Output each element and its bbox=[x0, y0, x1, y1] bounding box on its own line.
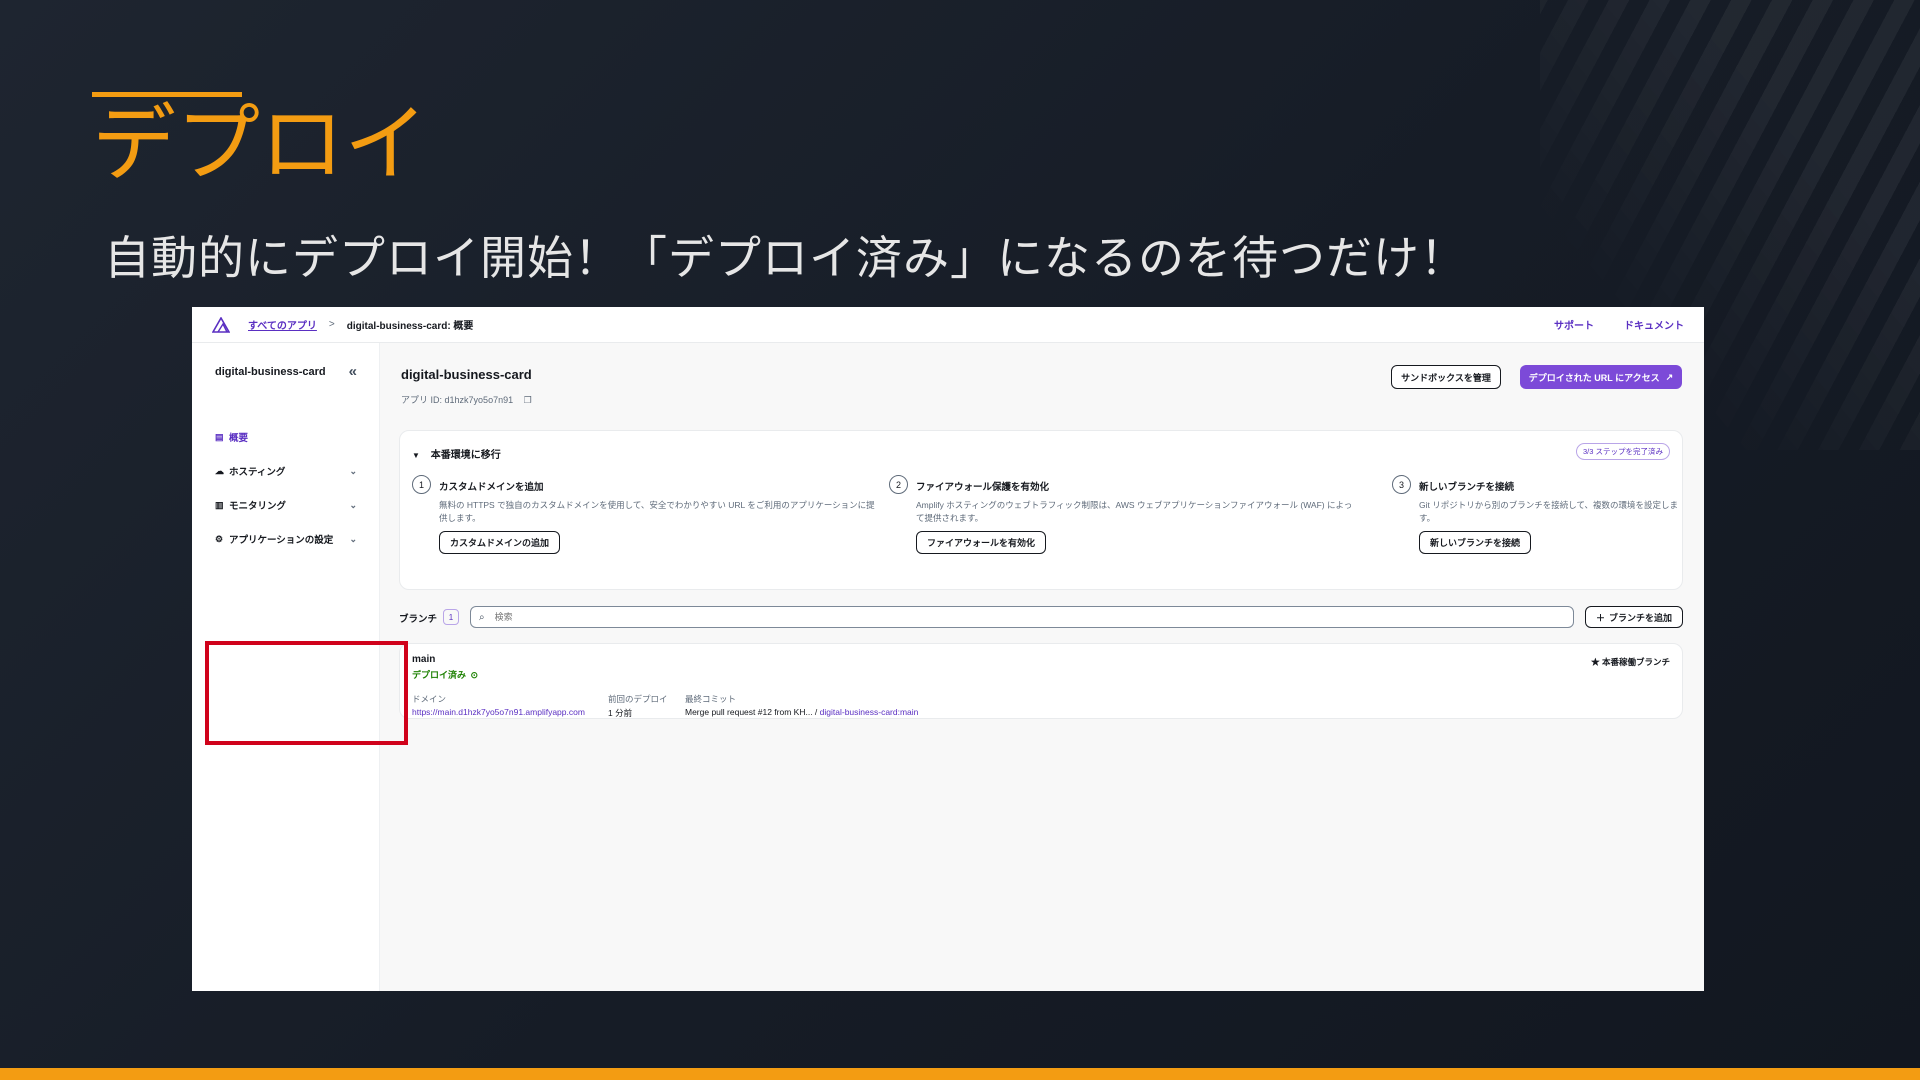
search-icon: ⌕ bbox=[479, 611, 485, 623]
last-commit-message: Merge pull request #12 from KH... bbox=[685, 707, 813, 717]
main-content: digital-business-card アプリ ID: d1hzk7yo5o… bbox=[380, 343, 1704, 991]
chevron-down-icon: ⌄ bbox=[349, 499, 357, 510]
sidebar-nav: ▤ 概要 ☁ ホスティング ⌄ ▥ モニタリング ⌄ ⚙ アプリケーションの設定… bbox=[192, 420, 379, 556]
external-link-icon: ↗ bbox=[1665, 371, 1674, 382]
domain-label: ドメイン bbox=[412, 694, 447, 704]
breadcrumb-current: digital-business-card: 概要 bbox=[346, 321, 474, 332]
app-id-label: アプリ ID: bbox=[401, 395, 443, 405]
sidebar-item-overview[interactable]: ▤ 概要 bbox=[192, 420, 379, 454]
last-commit-value: Merge pull request #12 from KH... / digi… bbox=[685, 707, 919, 717]
step-title: ファイアウォール保護を有効化 bbox=[916, 482, 1050, 493]
sidebar-item-label: 概要 bbox=[229, 433, 249, 444]
step-number: 1 bbox=[412, 475, 431, 494]
add-branch-label: ブランチを追加 bbox=[1609, 612, 1673, 623]
sidebar-item-app-settings[interactable]: ⚙ アプリケーションの設定 ⌄ bbox=[192, 522, 379, 556]
plus-icon: ＋ bbox=[1595, 612, 1605, 623]
step-number: 3 bbox=[1392, 475, 1411, 494]
visit-deployed-url-label: デプロイされた URL にアクセス bbox=[1528, 372, 1660, 383]
sidebar-app-name: digital-business-card bbox=[215, 365, 326, 378]
copy-icon[interactable]: ❐ bbox=[524, 395, 532, 405]
step-description: Git リポジトリから別のブランチを接続して、複数の環境を設定します。 bbox=[1419, 500, 1679, 523]
sidebar-item-label: ホスティング bbox=[229, 467, 286, 478]
check-circle-icon: ⊙ bbox=[470, 670, 479, 680]
document-icon: ▤ bbox=[215, 431, 224, 442]
deploy-status-label: デプロイ済み bbox=[412, 670, 467, 680]
slide-title: デプロイ bbox=[92, 95, 429, 193]
search-input[interactable] bbox=[494, 612, 1395, 622]
amplify-logo-icon[interactable] bbox=[212, 316, 230, 333]
enable-firewall-button[interactable]: ファイアウォールを有効化 bbox=[916, 531, 1047, 554]
domain-link[interactable]: https://main.d1hzk7yo5o7n91.amplifyapp.c… bbox=[412, 707, 585, 717]
slide-title-block: デプロイ bbox=[92, 92, 428, 189]
chevron-down-icon: ⌄ bbox=[349, 465, 357, 476]
step-description: 無料の HTTPS で独自のカスタムドメインを使用して、安全でわかりやすい UR… bbox=[439, 500, 875, 523]
last-deploy-value: 1 分前 bbox=[608, 708, 633, 718]
chevron-down-icon: ⌄ bbox=[349, 533, 357, 544]
branch-toolbar: ブランチ 1 ⌕ ＋ ブランチを追加 bbox=[399, 605, 1683, 629]
sidebar-item-label: アプリケーションの設定 bbox=[229, 535, 334, 546]
step-number: 2 bbox=[889, 475, 908, 494]
add-custom-domain-button[interactable]: カスタムドメインの追加 bbox=[439, 531, 561, 554]
visit-deployed-url-button[interactable]: デプロイされた URL にアクセス ↗ bbox=[1520, 365, 1682, 389]
branch-card-main[interactable]: main デプロイ済み ⊙ ★ 本番稼働ブランチ ドメイン https://ma… bbox=[399, 643, 1683, 719]
production-branch-badge: ★ 本番稼働ブランチ bbox=[1591, 656, 1670, 668]
production-branch-label: 本番稼働ブランチ bbox=[1601, 657, 1670, 667]
branch-search[interactable]: ⌕ bbox=[470, 606, 1574, 628]
branches-label: ブランチ bbox=[399, 614, 438, 625]
add-branch-button[interactable]: ＋ ブランチを追加 bbox=[1585, 606, 1683, 628]
slide-subtitle: 自動的にデプロイ開始！「デプロイ済み」になるのを待つだけ！ bbox=[104, 231, 1467, 285]
sidebar-item-monitoring[interactable]: ▥ モニタリング ⌄ bbox=[192, 488, 379, 522]
app-title: digital-business-card bbox=[401, 367, 532, 382]
caret-down-icon: ▼ bbox=[412, 451, 420, 460]
step-title: カスタムドメインを追加 bbox=[439, 482, 544, 493]
steps-complete-badge: 3/3 ステップを完了済み bbox=[1575, 443, 1670, 460]
bottom-accent-bar bbox=[0, 1068, 1920, 1080]
last-commit-label: 最終コミット bbox=[685, 694, 737, 704]
support-link[interactable]: サポート bbox=[1554, 317, 1594, 332]
collapse-sidebar-icon[interactable]: « bbox=[349, 363, 357, 380]
manage-sandbox-button[interactable]: サンドボックスを管理 bbox=[1391, 365, 1501, 389]
star-icon: ★ bbox=[1591, 657, 1600, 667]
docs-link[interactable]: ドキュメント bbox=[1624, 317, 1684, 332]
app-id-value: d1hzk7yo5o7n91 bbox=[444, 395, 514, 405]
connect-new-branch-button[interactable]: 新しいブランチを接続 bbox=[1419, 531, 1532, 554]
last-deploy-label: 前回のデプロイ bbox=[608, 694, 668, 704]
sidebar-item-label: モニタリング bbox=[229, 501, 287, 512]
production-card: ▼ 本番環境に移行 3/3 ステップを完了済み 1 カスタムドメインを追加 無料… bbox=[399, 430, 1683, 590]
sidebar-item-hosting[interactable]: ☁ ホスティング ⌄ bbox=[192, 454, 379, 488]
amplify-console-screenshot: すべてのアプリ > digital-business-card: 概要 サポート… bbox=[192, 307, 1704, 991]
branch-count-badge: 1 bbox=[443, 609, 459, 625]
step-title: 新しいブランチを接続 bbox=[1419, 482, 1515, 493]
chart-icon: ▥ bbox=[215, 499, 224, 510]
step-description: Amplify ホスティングのウェブトラフィック制限は、AWS ウェブアプリケー… bbox=[916, 500, 1353, 523]
production-heading-label: 本番環境に移行 bbox=[430, 450, 501, 461]
deploy-status: デプロイ済み ⊙ bbox=[412, 668, 478, 681]
sidebar-header: digital-business-card « bbox=[192, 343, 379, 380]
gear-icon: ⚙ bbox=[215, 533, 224, 544]
sidebar: digital-business-card « ▤ 概要 ☁ ホスティング ⌄ … bbox=[192, 343, 380, 991]
cloud-icon: ☁ bbox=[215, 465, 224, 476]
last-commit-ref-link[interactable]: digital-business-card:main bbox=[820, 707, 919, 717]
topnav-links: サポート ドキュメント bbox=[1554, 317, 1684, 332]
breadcrumb-all-apps[interactable]: すべてのアプリ bbox=[248, 317, 317, 332]
branch-name[interactable]: main bbox=[412, 654, 435, 665]
production-heading[interactable]: ▼ 本番環境に移行 bbox=[412, 446, 501, 461]
breadcrumb-separator: > bbox=[328, 319, 335, 330]
top-navigation: すべてのアプリ > digital-business-card: 概要 サポート… bbox=[192, 307, 1704, 343]
app-id: アプリ ID: d1hzk7yo5o7n91 ❐ bbox=[401, 393, 532, 406]
